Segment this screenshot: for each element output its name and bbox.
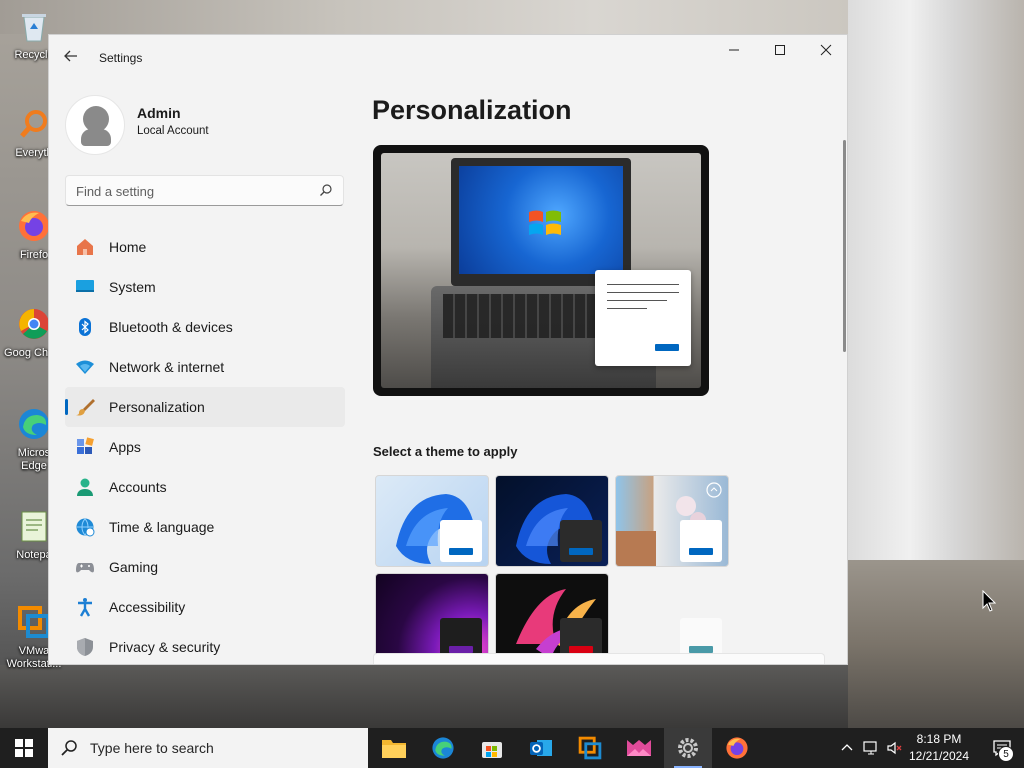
sidebar-item-accessibility[interactable]: Accessibility <box>65 587 345 627</box>
edge-icon <box>432 737 454 759</box>
sidebar-item-personalization[interactable]: Personalization <box>65 387 345 427</box>
tray-overflow-chevron[interactable] <box>838 728 856 768</box>
clock-time: 8:18 PM <box>916 732 962 746</box>
system-icon <box>75 277 95 297</box>
windows-start-icon <box>15 739 33 757</box>
search-icon <box>61 740 77 756</box>
outlook-icon <box>530 740 552 756</box>
sidebar-item-privacy-security[interactable]: Privacy & security <box>65 627 345 664</box>
theme-glow[interactable] <box>375 573 489 664</box>
settings-icon <box>678 738 698 758</box>
taskbar-edge[interactable] <box>419 728 467 768</box>
maximize-button[interactable] <box>757 35 803 65</box>
start-button[interactable] <box>0 728 48 768</box>
vmware-icon <box>578 736 602 760</box>
taskbar-firefox[interactable] <box>713 728 761 768</box>
theme-preview <box>373 145 709 396</box>
avatar <box>65 95 125 155</box>
next-settings-card <box>373 653 825 664</box>
notification-badge: 5 <box>998 746 1014 762</box>
settings-search[interactable] <box>65 175 344 206</box>
tray-volume[interactable] <box>884 728 906 768</box>
preview-window-card <box>595 270 691 366</box>
paintbrush-icon <box>75 397 95 417</box>
user-profile[interactable]: Admin Local Account <box>65 91 345 155</box>
taskbar-file-explorer[interactable] <box>370 728 418 768</box>
globe-clock-icon <box>75 517 95 537</box>
chevron-up-icon <box>841 744 853 751</box>
sidebar-item-gaming[interactable]: Gaming <box>65 547 345 587</box>
title-bar: Settings <box>49 35 847 81</box>
accounts-icon <box>75 477 95 497</box>
apps-icon <box>75 437 95 457</box>
taskbar-search-input[interactable] <box>90 740 350 756</box>
minimize-button[interactable] <box>711 35 757 65</box>
windows-logo-icon <box>529 210 561 235</box>
app-title: Settings <box>99 51 143 65</box>
taskbar-search[interactable] <box>48 728 368 768</box>
settings-window: Settings Admin Local Account Home <box>48 34 848 665</box>
close-button[interactable] <box>803 35 847 65</box>
taskbar-vmware[interactable] <box>566 728 614 768</box>
network-icon <box>75 357 95 377</box>
main-content: Personalization Select a theme to apply <box>371 81 847 664</box>
theme-sunrise[interactable] <box>615 573 729 664</box>
media-app-icon <box>627 740 651 756</box>
notification-center-button[interactable]: 5 <box>980 728 1024 768</box>
tray-network[interactable] <box>860 728 882 768</box>
wallpaper-top <box>0 0 848 34</box>
search-icon <box>319 183 333 197</box>
sidebar-item-system[interactable]: System <box>65 267 345 307</box>
account-type: Local Account <box>137 125 209 137</box>
store-icon <box>482 742 502 758</box>
firefox-icon <box>726 737 748 759</box>
section-label-themes: Select a theme to apply <box>373 444 518 459</box>
home-icon <box>75 237 95 257</box>
file-explorer-icon <box>382 740 406 758</box>
bluetooth-icon <box>75 317 95 337</box>
gamepad-icon <box>75 557 95 577</box>
sidebar-item-bluetooth[interactable]: Bluetooth & devices <box>65 307 345 347</box>
wallpaper-floor <box>848 560 1024 728</box>
sidebar-item-apps[interactable]: Apps <box>65 427 345 467</box>
mouse-pointer-icon <box>982 589 997 617</box>
clock-date: 12/21/2024 <box>908 749 970 763</box>
search-input[interactable] <box>76 182 306 200</box>
sidebar-item-home[interactable]: Home <box>65 227 345 267</box>
taskbar: 8:18 PM 12/21/2024 5 <box>0 728 1024 768</box>
sidebar-item-accounts[interactable]: Accounts <box>65 467 345 507</box>
theme-captured-motion[interactable] <box>615 475 729 567</box>
sidebar-item-network[interactable]: Network & internet <box>65 347 345 387</box>
slideshow-icon <box>706 482 722 498</box>
sidebar-item-time-language[interactable]: Time & language <box>65 507 345 547</box>
taskbar-clock[interactable]: 8:18 PM 12/21/2024 <box>906 731 972 765</box>
user-name: Admin <box>137 105 181 121</box>
volume-muted-icon <box>887 741 902 755</box>
shield-icon <box>75 637 95 657</box>
back-arrow-icon[interactable] <box>63 48 83 68</box>
theme-windows-dark[interactable] <box>495 475 609 567</box>
theme-flow[interactable] <box>495 573 609 664</box>
theme-windows-light[interactable] <box>375 475 489 567</box>
taskbar-outlook[interactable] <box>517 728 565 768</box>
wallpaper-preview-image <box>381 153 701 388</box>
scrollbar[interactable] <box>843 140 846 352</box>
taskbar-media-app[interactable] <box>615 728 663 768</box>
wallpaper-bottom <box>0 665 848 728</box>
accessibility-icon <box>75 597 95 617</box>
network-icon <box>863 741 877 755</box>
taskbar-settings[interactable] <box>664 728 712 768</box>
taskbar-store[interactable] <box>468 728 516 768</box>
page-title: Personalization <box>372 95 572 125</box>
sidebar-nav: Home System Bluetooth & devices Network … <box>65 227 345 664</box>
